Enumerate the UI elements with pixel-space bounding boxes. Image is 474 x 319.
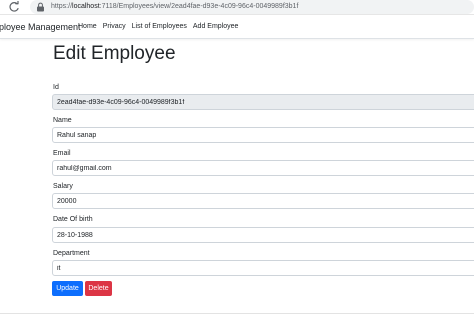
nav-link-list-employees[interactable]: List of Employees	[132, 22, 187, 32]
page-title: Edit Employee	[53, 43, 176, 64]
url-host: localhost	[72, 3, 100, 10]
salary-field[interactable]	[52, 193, 474, 209]
nav-link-add-employee[interactable]: Add Employee	[193, 22, 239, 32]
url-path: :7118/Employees/view/2ead4fae-d93e-4c09-…	[99, 3, 299, 10]
nav-link-home[interactable]: Home	[78, 22, 97, 32]
lock-icon[interactable]	[36, 2, 45, 12]
email-field[interactable]	[52, 160, 474, 176]
footer-divider	[0, 313, 474, 314]
delete-button[interactable]: Delete	[85, 281, 112, 296]
nav-links: Home Privacy List of Employees Add Emplo…	[78, 22, 238, 32]
url-text[interactable]: https://localhost:7118/Employees/view/2e…	[51, 2, 298, 12]
email-label: Email	[53, 150, 71, 157]
department-field[interactable]	[52, 260, 474, 276]
department-label: Department	[53, 250, 90, 257]
top-navbar: ployee Management Home Privacy List of E…	[0, 15, 474, 39]
update-button[interactable]: Update	[52, 281, 83, 296]
nav-link-privacy[interactable]: Privacy	[103, 22, 126, 32]
url-scheme: https://	[51, 3, 73, 10]
reload-icon[interactable]	[8, 1, 20, 13]
salary-label: Salary	[53, 183, 73, 190]
id-label: Id	[53, 84, 59, 91]
dob-field[interactable]	[52, 227, 474, 243]
dob-label: Date Of birth	[53, 216, 93, 223]
name-label: Name	[53, 117, 72, 124]
id-field[interactable]	[52, 94, 474, 110]
browser-address-bar: https://localhost:7118/Employees/view/2e…	[0, 0, 474, 15]
name-field[interactable]	[52, 127, 474, 143]
navbar-brand[interactable]: ployee Management	[0, 21, 81, 33]
